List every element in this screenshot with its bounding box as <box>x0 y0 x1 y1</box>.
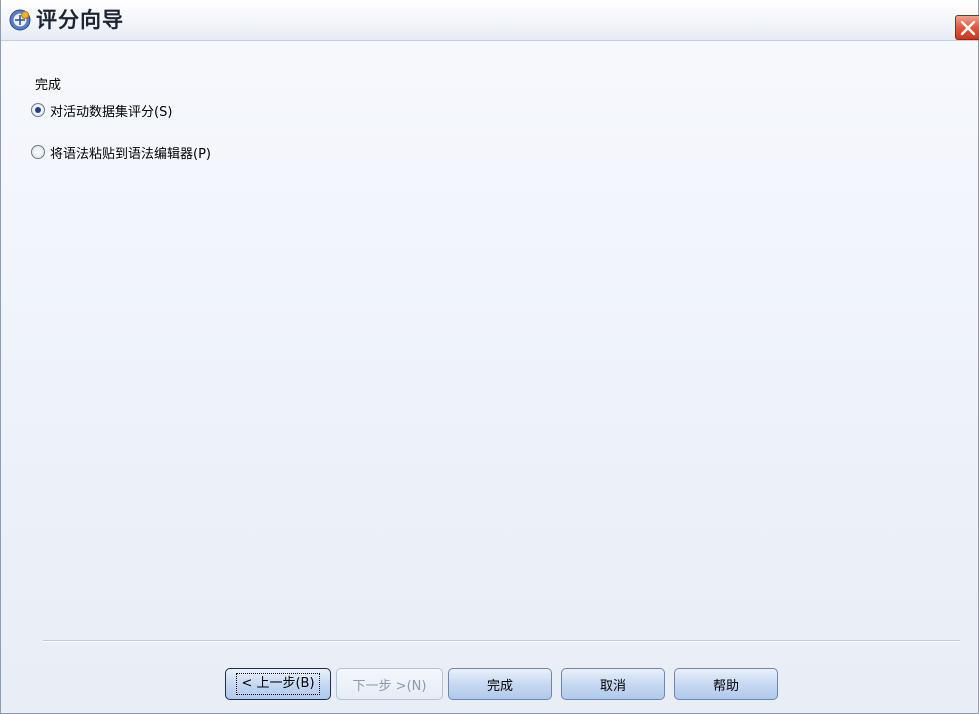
back-button-label: < 上一步(B) <box>236 673 320 695</box>
divider <box>43 640 960 642</box>
window-title: 评分向导 <box>36 8 124 32</box>
radio-label: 将语法粘贴到语法编辑器(P) <box>50 146 211 162</box>
close-icon <box>960 20 976 36</box>
finish-button[interactable]: 完成 <box>448 668 552 700</box>
radio-button-checked[interactable] <box>31 103 45 117</box>
close-button[interactable] <box>955 15 979 40</box>
help-button[interactable]: 帮助 <box>674 668 778 700</box>
back-button[interactable]: < 上一步(B) <box>225 668 331 700</box>
app-icon <box>9 9 31 31</box>
next-button[interactable]: 下一步 >(N) <box>336 668 443 700</box>
scoring-wizard-window: 评分向导 完成 对活动数据集评分(S) 将语法粘贴到语法编辑器(P) < 上一步… <box>0 0 979 714</box>
title-bar: 评分向导 <box>1 0 979 41</box>
cancel-button[interactable]: 取消 <box>561 668 665 700</box>
radio-button-unchecked[interactable] <box>31 145 45 159</box>
radio-score-active-dataset[interactable]: 对活动数据集评分(S) <box>31 100 172 120</box>
radio-label: 对活动数据集评分(S) <box>50 104 173 120</box>
section-label: 完成 <box>35 78 62 93</box>
radio-paste-syntax[interactable]: 将语法粘贴到语法编辑器(P) <box>31 142 211 162</box>
